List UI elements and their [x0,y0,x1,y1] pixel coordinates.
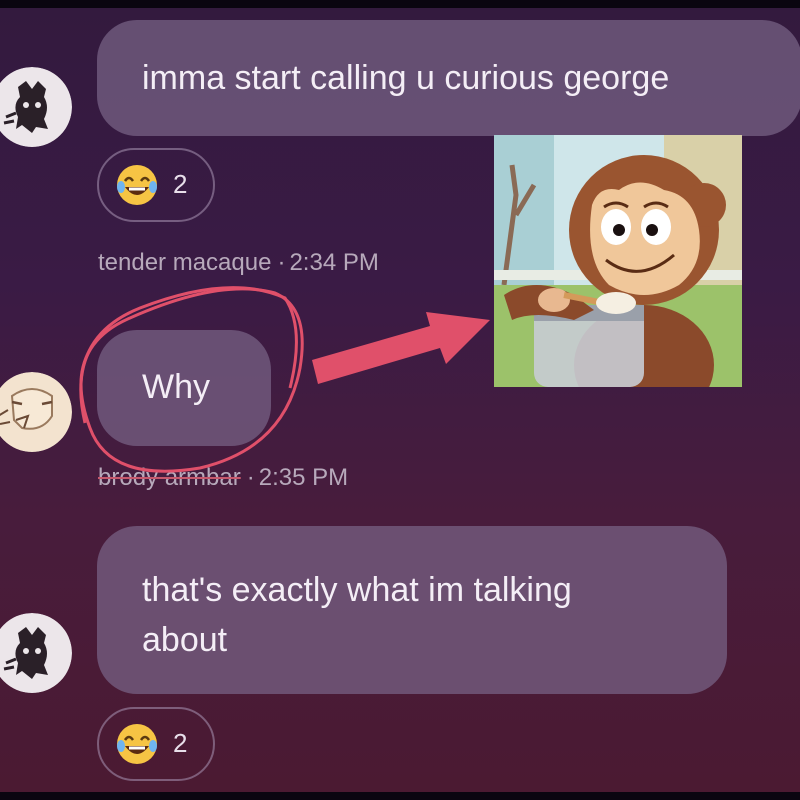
chat-screenshot: imma start calling u curious george 2 te… [0,8,800,792]
annotation-circle [79,286,304,473]
annotation-overlay [79,286,490,473]
arrow-icon [312,312,490,384]
